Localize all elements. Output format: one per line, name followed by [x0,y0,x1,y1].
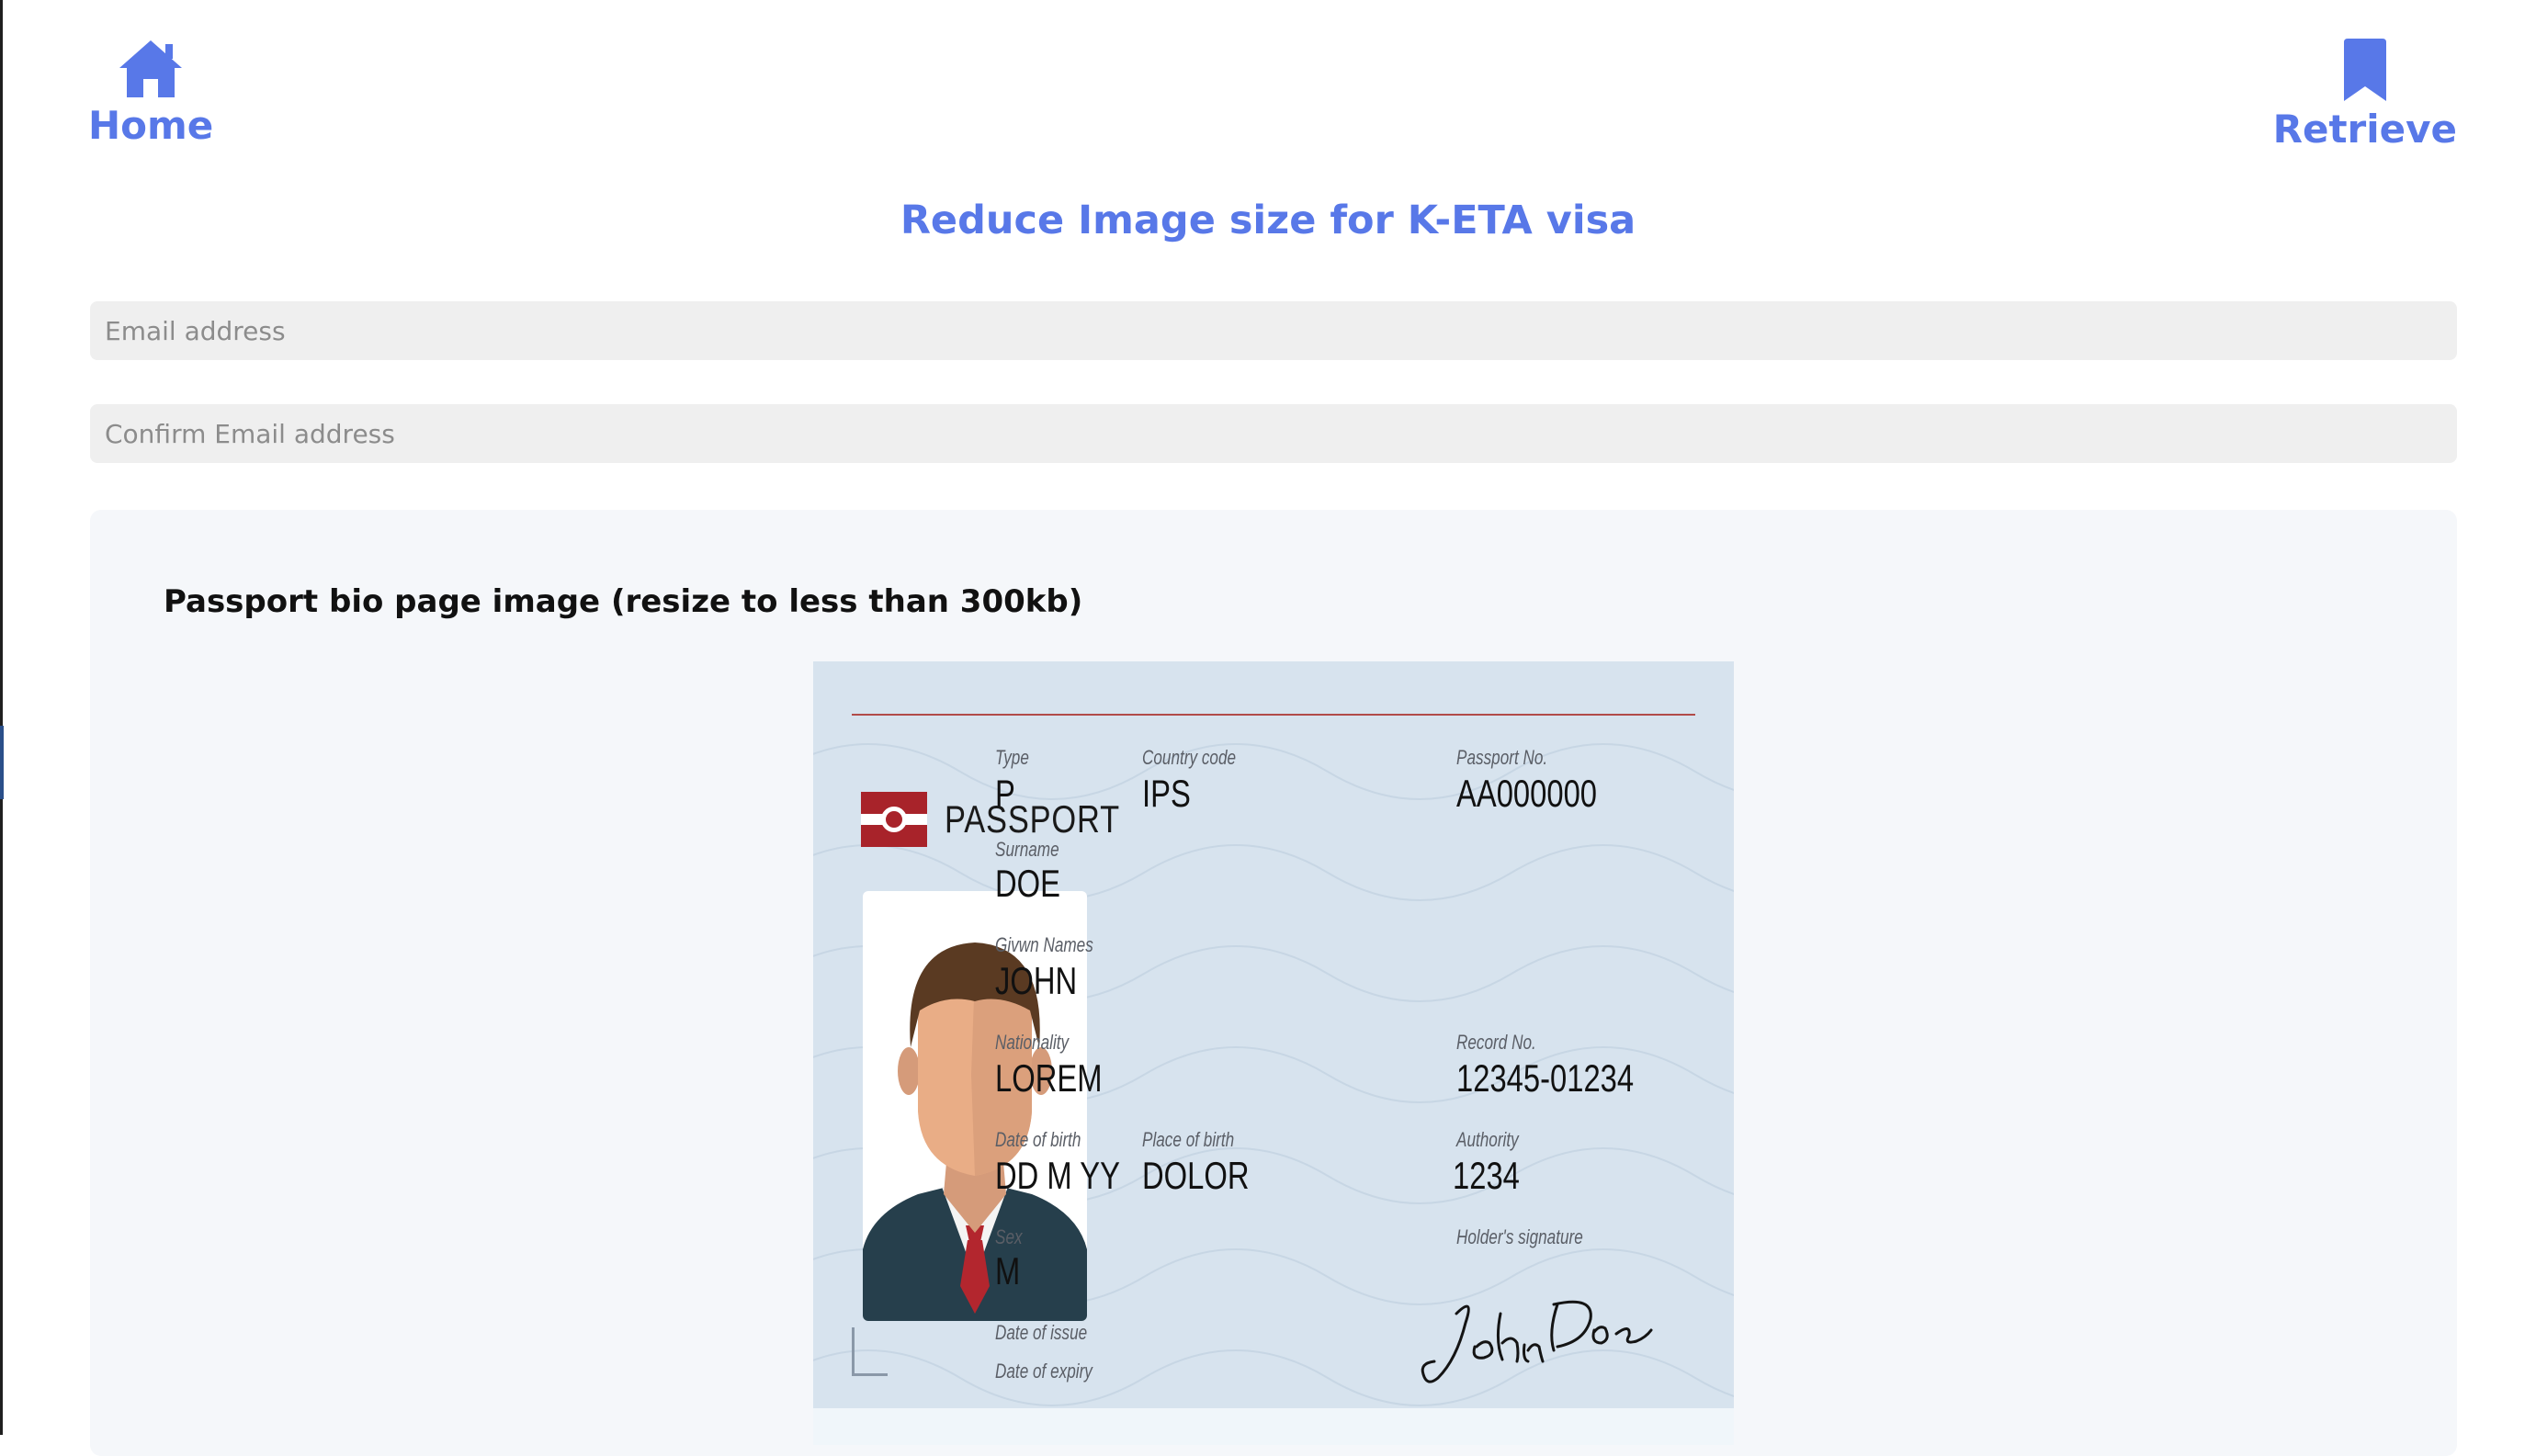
retrieve-label: Retrieve [2272,107,2457,152]
window-edge-marker [0,726,4,799]
passport-emblem-icon [861,792,927,847]
upload-panel: Passport bio page image (resize to less … [90,510,2457,1456]
record-no-label: Record No. [1456,1031,1536,1054]
home-button[interactable]: Home [88,39,213,147]
date-of-expiry-label: Date of expiry [995,1360,1093,1383]
email-field[interactable] [90,301,2457,360]
nationality-label: Nationality [995,1031,1070,1054]
signature-label: Holder's signature [1456,1225,1583,1248]
record-no-value: 12345-01234 [1456,1056,1635,1100]
type-label: Type [995,746,1029,769]
given-names-value: JOHN [995,959,1078,1002]
sex-label: Sex [995,1225,1023,1248]
place-of-birth-label: Place of birth [1142,1128,1235,1151]
upload-label: Passport bio page image (resize to less … [164,583,1083,620]
type-value: P [995,772,1015,815]
authority-label: Authority [1456,1128,1519,1151]
nationality-value: LOREM [995,1056,1103,1100]
authority-value: 1234 [1453,1154,1520,1197]
page-title: Reduce Image size for K-ETA visa [900,198,1636,243]
passport-header: PASSPORT [945,797,1120,841]
retrieve-button[interactable]: Retrieve [2273,39,2457,151]
home-icon [119,40,183,97]
surname-value: DOE [995,862,1060,905]
country-code-value: IPS [1142,772,1191,815]
passport-preview-image[interactable]: PASSPORT Type P Country code IPS Passpor… [813,661,1734,1408]
country-code-label: Country code [1142,746,1237,769]
home-label: Home [88,103,214,148]
passport-no-value: AA000000 [1456,772,1598,815]
passport-no-label: Passport No. [1456,746,1548,769]
date-of-issue-label: Date of issue [995,1321,1088,1344]
date-of-birth-label: Date of birth [995,1128,1081,1151]
passport-image-bottom-edge [813,1408,1734,1445]
place-of-birth-value: DOLOR [1142,1154,1250,1197]
holder-signature [1421,1300,1653,1383]
given-names-label: Givwn Names [995,933,1093,956]
passport-corner-mark [852,1327,888,1376]
bookmark-icon [2343,39,2386,101]
confirm-email-field[interactable] [90,404,2457,463]
passport-top-line [852,714,1695,716]
surname-label: Surname [995,838,1059,861]
sex-value: M [995,1249,1021,1292]
date-of-birth-value: DD M YY [995,1154,1120,1197]
